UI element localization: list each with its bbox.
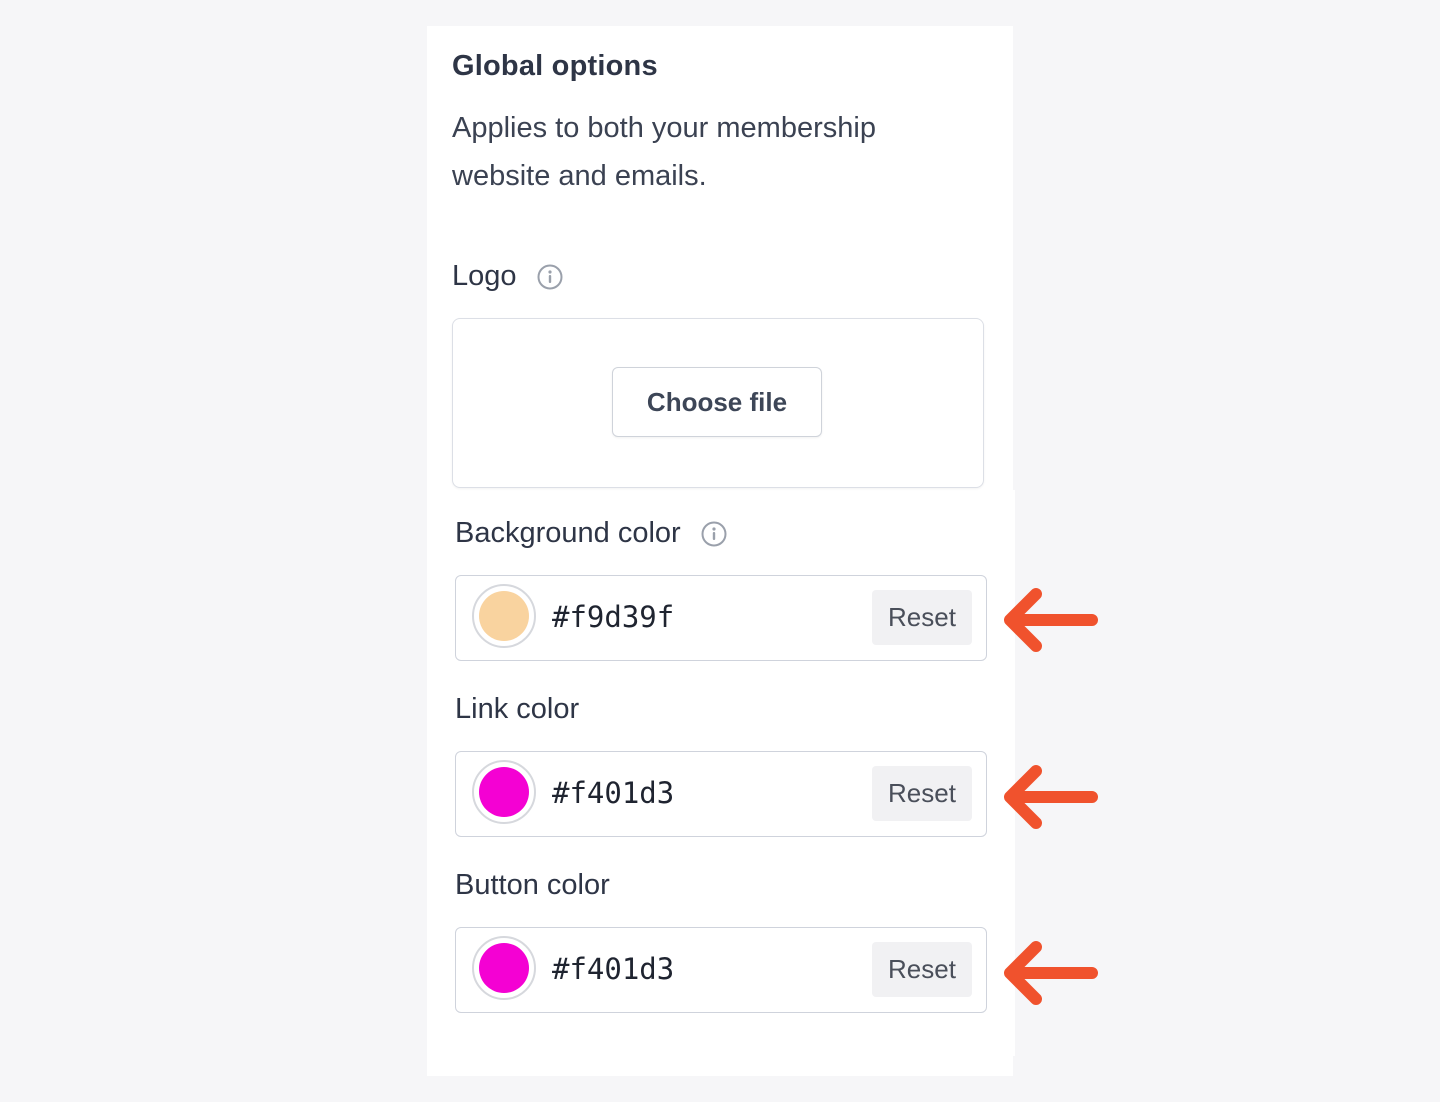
link-color-field: Reset (455, 751, 987, 837)
swatch-fill (479, 591, 529, 641)
background-color-reset-button[interactable]: Reset (872, 590, 972, 645)
link-color-input[interactable] (552, 776, 852, 810)
background-color-label: Background color (455, 517, 681, 549)
arrow-left-icon (1004, 941, 1098, 1005)
button-color-label: Button color (455, 869, 610, 901)
choose-file-button[interactable]: Choose file (612, 367, 822, 437)
info-icon[interactable] (537, 264, 563, 290)
button-color-reset-button[interactable]: Reset (872, 942, 972, 997)
button-color-input[interactable] (552, 952, 852, 986)
info-icon[interactable] (701, 521, 727, 547)
background-color-field: Reset (455, 575, 987, 661)
button-color-swatch[interactable] (472, 936, 536, 1000)
background-color-input[interactable] (552, 600, 852, 634)
link-color-label: Link color (455, 693, 580, 725)
background-color-label-row: Background color (455, 517, 727, 550)
section-description: Applies to both your membership website … (452, 112, 876, 192)
logo-label-row: Logo (452, 260, 563, 293)
button-color-label-row: Button color (455, 869, 610, 902)
arrow-left-icon (1004, 588, 1098, 652)
swatch-fill (479, 943, 529, 993)
arrow-left-icon (1004, 765, 1098, 829)
background-color-swatch[interactable] (472, 584, 536, 648)
section-title: Global options (452, 50, 658, 82)
link-color-label-row: Link color (455, 693, 579, 726)
link-color-swatch[interactable] (472, 760, 536, 824)
link-color-reset-button[interactable]: Reset (872, 766, 972, 821)
swatch-fill (479, 767, 529, 817)
button-color-field: Reset (455, 927, 987, 1013)
logo-label: Logo (452, 260, 517, 292)
